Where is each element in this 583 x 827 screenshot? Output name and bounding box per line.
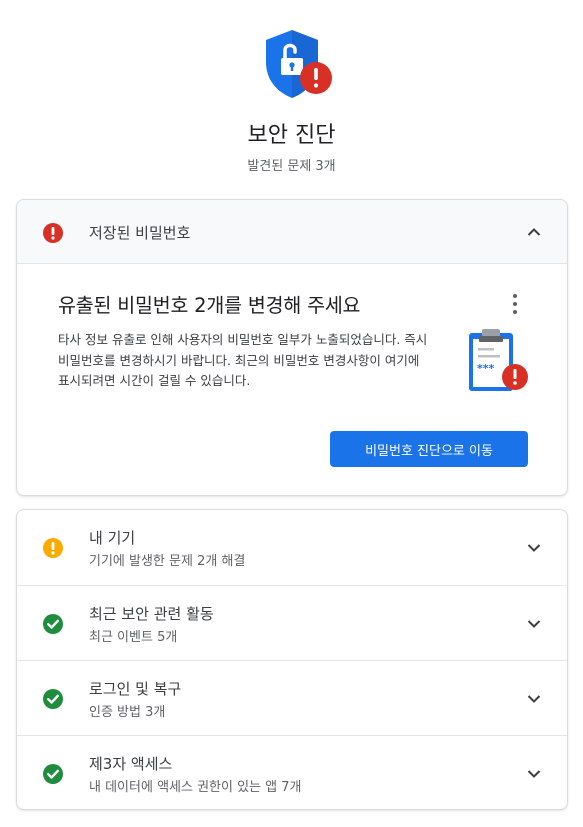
saved-passwords-label: 저장된 비밀번호 (89, 224, 191, 242)
section-title: 제3자 액세스 (89, 755, 173, 773)
saved-passwords-header[interactable]: 저장된 비밀번호 (17, 200, 567, 264)
section-subtitle: 최근 이벤트 5개 (89, 630, 178, 645)
check-circle-icon (42, 613, 64, 635)
more-vert-icon[interactable] (505, 293, 525, 315)
chevron-down-icon[interactable] (527, 543, 541, 553)
shield-lock-alert-icon (262, 28, 336, 98)
svg-text:***: *** (477, 362, 495, 375)
chevron-down-icon[interactable] (527, 769, 541, 779)
saved-passwords-card: 저장된 비밀번호 유출된 비밀번호 2개를 변경해 주세요 타사 정보 유출로 … (16, 199, 568, 496)
warning-icon (42, 537, 64, 559)
section-title: 최근 보안 관련 활동 (89, 605, 214, 623)
chevron-down-icon[interactable] (527, 619, 541, 629)
error-icon (42, 222, 64, 244)
chevron-up-icon[interactable] (527, 227, 541, 237)
security-checkup-header: 보안 진단 발견된 문제 3개 (0, 0, 583, 190)
section-title: 로그인 및 복구 (89, 680, 182, 698)
saved-passwords-details: 유출된 비밀번호 2개를 변경해 주세요 타사 정보 유출로 인해 사용자의 비… (17, 265, 567, 495)
section-third-party-access[interactable]: 제3자 액세스 내 데이터에 액세스 권한이 있는 앱 7개 (17, 735, 567, 809)
section-subtitle: 인증 방법 3개 (89, 705, 166, 720)
leaked-passwords-description: 타사 정보 유출로 인해 사용자의 비밀번호 일부가 노출되었습니다. 즉시 비… (58, 332, 428, 388)
go-to-password-checkup-button[interactable]: 비밀번호 진단으로 이동 (330, 431, 528, 467)
security-sections-list: 내 기기 기기에 발생한 문제 2개 해결 최근 보안 관련 활동 최근 이벤트… (16, 509, 568, 810)
leaked-passwords-heading: 유출된 비밀번호 2개를 변경해 주세요 (58, 294, 361, 317)
section-my-devices[interactable]: 내 기기 기기에 발생한 문제 2개 해결 (17, 510, 567, 585)
section-subtitle: 내 데이터에 액세스 권한이 있는 앱 7개 (89, 780, 302, 795)
check-circle-icon (42, 763, 64, 785)
section-signin-recovery[interactable]: 로그인 및 복구 인증 방법 3개 (17, 660, 567, 735)
page-title: 보안 진단 (247, 123, 336, 148)
section-title: 내 기기 (89, 529, 136, 547)
password-clipboard-alert-icon: *** (465, 327, 531, 395)
section-recent-security-activity[interactable]: 최근 보안 관련 활동 최근 이벤트 5개 (17, 585, 567, 660)
section-subtitle: 기기에 발생한 문제 2개 해결 (89, 554, 246, 569)
page-subtitle: 발견된 문제 3개 (247, 159, 336, 174)
chevron-down-icon[interactable] (527, 694, 541, 704)
check-circle-icon (42, 688, 64, 710)
